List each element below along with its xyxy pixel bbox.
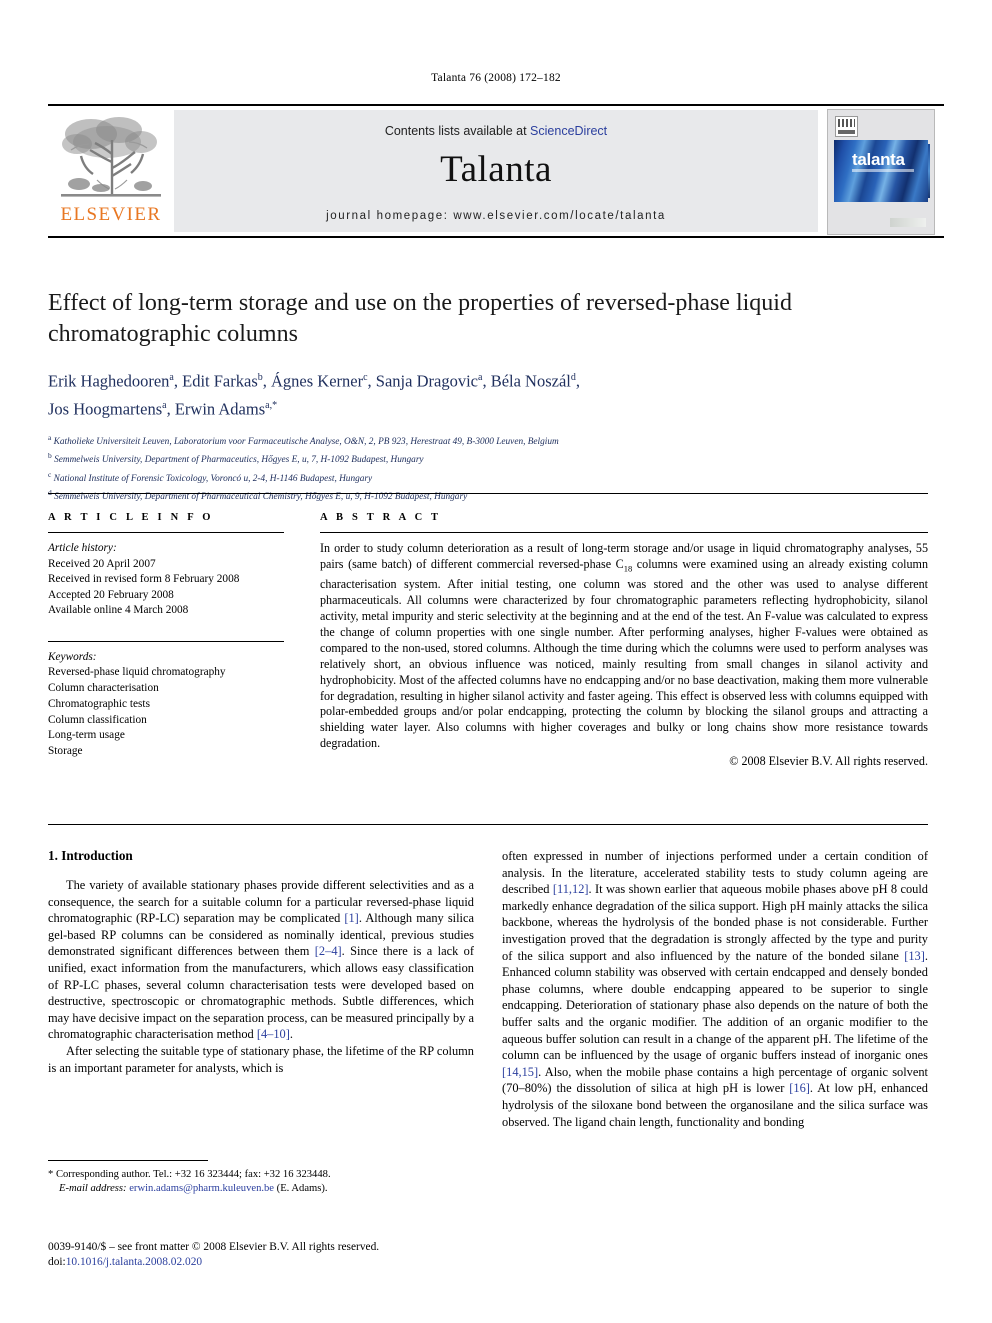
affiliation-a: a Katholieke Universiteit Leuven, Labora… [48,433,559,448]
email-suffix: (E. Adams). [274,1183,328,1195]
corresponding-author-note: * Corresponding author. Tel.: +32 16 323… [48,1169,331,1180]
running-head: Talanta 76 (2008) 172–182 [431,72,561,84]
affil-marker-a: a [169,372,174,383]
abstract-rule [320,532,928,533]
info-divider-bottom [48,824,928,825]
author-line-1: Erik Haghedoorena, Edit Farkasb, Ágnes K… [48,371,580,391]
sciencedirect-link[interactable]: ScienceDirect [530,124,607,138]
abstract-heading: A B S T R A C T [320,512,442,523]
cover-image: talanta [827,109,935,235]
body-column-right: often expressed in number of injections … [502,848,928,1130]
article-history-label: Article history: [48,542,117,554]
keyword-item: Column characterisation [48,682,159,695]
affiliation-c: c National Institute of Forensic Toxicol… [48,469,373,484]
affil-marker-a-star: a,* [265,399,278,411]
doi-label: doi: [48,1256,66,1269]
affiliation-b: b Semmelweis University, Department of P… [48,451,424,466]
citation-4-10[interactable]: [4–10] [257,1027,290,1041]
keywords-label: Keywords: [48,650,97,663]
elsevier-badge-icon [835,116,858,137]
issn-line: 0039-9140/$ – see front matter © 2008 El… [48,1241,380,1253]
intro-paragraph-2: After selecting the suitable type of sta… [48,1043,474,1075]
email-link[interactable]: erwin.adams@pharm.kuleuven.be [129,1183,274,1194]
author-line-2: Jos Hoogmartensa, Erwin Adamsa,* [48,399,278,418]
footnote-divider [48,1160,208,1161]
abstract-copyright: © 2008 Elsevier B.V. All rights reserved… [729,754,928,769]
history-received: Received 20 April 2007 [48,557,156,570]
issn-copyright-block: 0039-9140/$ – see front matter © 2008 El… [48,1240,508,1271]
keywords-block: Keywords: Reversed-phase liquid chromato… [48,650,284,761]
doi-link[interactable]: 10.1016/j.talanta.2008.02.020 [66,1256,202,1268]
citation-1[interactable]: [1] [344,911,358,925]
keyword-item: Storage [48,745,83,758]
cover-footer-mark [890,218,926,227]
article-info-heading: A R T I C L E I N F O [48,512,214,523]
citation-11-12[interactable]: [11,12] [553,882,589,896]
abstract-part-2: columns were examined using an already e… [320,556,928,751]
email-note: E-mail address: erwin.adams@pharm.kuleuv… [48,1182,474,1196]
citation-13[interactable]: [13] [904,949,925,963]
journal-masthead: ELSEVIER Contents lists available at Sci… [48,104,944,238]
journal-title: Talanta [440,149,552,190]
affil-marker-d: d [570,372,576,383]
intro-paragraph-2-continued: often expressed in number of injections … [502,848,928,1130]
abstract-section: A B S T R A C T In order to study column… [320,512,928,770]
email-label: E-mail address: [59,1183,127,1195]
citation-14-15[interactable]: [14,15] [502,1065,538,1079]
history-accepted: Accepted 20 February 2008 [48,588,174,601]
article-info-section: A R T I C L E I N F O Article history: R… [48,512,284,760]
affil-marker-a3: a [162,399,167,411]
elsevier-logo: ELSEVIER [48,106,174,236]
author-list: Erik Haghedoorena, Edit Farkasb, Ágnes K… [48,366,928,421]
intro-p1-text-d: . [289,1027,293,1042]
affil-marker-c: c [363,372,368,383]
keyword-item: Chromatographic tests [48,697,150,710]
affiliation-d: d Semmelweis University, Department of P… [48,487,468,502]
elsevier-tree-icon [61,117,161,197]
contents-available-line: Contents lists available at ScienceDirec… [174,124,818,138]
keywords-rule [48,640,284,642]
article-page: Talanta 76 (2008) 172–182 ELSEVIER Conte… [0,0,992,1323]
section-heading-introduction: 1. Introduction [48,848,133,863]
article-info-rule [48,532,284,533]
journal-homepage-link[interactable]: journal homepage: www.elsevier.com/locat… [174,210,818,222]
abstract-text: In order to study column deterioration a… [320,541,928,770]
keyword-item: Column classification [48,713,147,726]
page-title: Effect of long-term storage and use on t… [48,290,792,347]
article-history: Article history: Received 20 April 2007 … [48,541,284,619]
keyword-item: Reversed-phase liquid chromatography [48,666,226,679]
keyword-item: Long-term usage [48,729,125,742]
cover-subtitle-bar [852,169,914,172]
citation-16[interactable]: [16] [789,1081,810,1095]
journal-banner: Contents lists available at ScienceDirec… [174,110,818,232]
doi-line: doi:10.1016/j.talanta.2008.02.020 [48,1255,508,1270]
history-revised: Received in revised form 8 February 2008 [48,573,240,585]
journal-cover-thumbnail: talanta [818,106,944,236]
contents-prefix: Contents lists available at [384,124,531,138]
cover-journal-name: talanta [852,150,905,169]
affil-marker-b: b [257,372,263,383]
info-divider-top [48,493,928,494]
abstract-subscript: 18 [623,563,633,574]
body-column-left: 1. Introduction The variety of available… [48,848,474,1076]
citation-2-4[interactable]: [2–4] [315,944,342,958]
intro-paragraph-1: The variety of available stationary phas… [48,877,474,1043]
elsevier-wordmark: ELSEVIER [60,204,162,225]
footnote-block: * Corresponding author. Tel.: +32 16 323… [48,1168,474,1197]
affil-marker-a2: a [477,372,483,383]
title-block: Effect of long-term storage and use on t… [48,288,928,504]
history-online: Available online 4 March 2008 [48,604,189,616]
intro-p2-text-c: . Enhanced column stability was observed… [502,948,928,1063]
